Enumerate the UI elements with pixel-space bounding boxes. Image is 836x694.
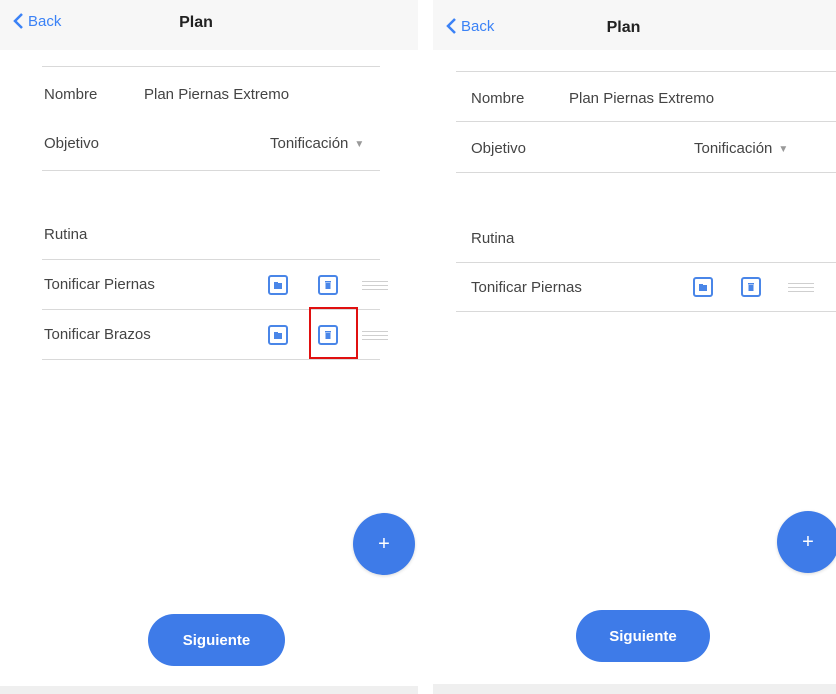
drag-handle-icon[interactable] xyxy=(788,283,814,293)
trash-icon xyxy=(325,281,331,289)
drag-handle-icon[interactable] xyxy=(362,281,388,291)
edit-button[interactable] xyxy=(268,325,288,345)
objetivo-label: Objetivo xyxy=(471,140,527,157)
add-button[interactable]: + xyxy=(777,511,836,573)
tab-bar xyxy=(433,684,836,694)
dropdown-caret-icon: ▼ xyxy=(778,143,789,155)
rutina-label: Rutina xyxy=(44,226,88,243)
plus-icon: + xyxy=(802,530,814,553)
add-button[interactable]: + xyxy=(353,513,415,575)
navbar: Back Plan xyxy=(433,0,836,50)
trash-icon xyxy=(748,283,754,291)
objetivo-label: Objetivo xyxy=(44,135,100,152)
chevron-left-icon xyxy=(446,18,456,34)
objetivo-select[interactable]: Tonificación ▼ xyxy=(694,140,788,157)
delete-button[interactable] xyxy=(318,325,338,345)
back-button[interactable]: Back xyxy=(445,17,494,35)
screen-after: Back Plan Nombre Plan Piernas Extremo Ob… xyxy=(433,0,836,694)
nombre-field[interactable]: Plan Piernas Extremo xyxy=(569,90,714,107)
edit-icon xyxy=(699,283,707,291)
delete-button[interactable] xyxy=(318,275,338,295)
divider xyxy=(42,259,380,260)
divider xyxy=(456,262,836,263)
chevron-left-icon xyxy=(13,13,23,29)
divider xyxy=(42,309,380,310)
next-button[interactable]: Siguiente xyxy=(148,614,285,666)
divider xyxy=(42,66,380,67)
back-button[interactable]: Back xyxy=(12,12,61,30)
objetivo-value: Tonificación xyxy=(694,140,773,157)
divider xyxy=(42,359,380,360)
divider xyxy=(456,71,836,72)
rutina-label: Rutina xyxy=(471,230,515,247)
plus-icon: + xyxy=(378,532,390,555)
drag-handle-icon[interactable] xyxy=(362,331,388,341)
divider xyxy=(456,311,836,312)
next-button[interactable]: Siguiente xyxy=(576,610,710,662)
trash-icon xyxy=(325,331,331,339)
edit-button[interactable] xyxy=(693,277,713,297)
back-label: Back xyxy=(28,12,62,30)
divider xyxy=(456,121,836,122)
edit-icon xyxy=(274,331,282,339)
divider xyxy=(456,172,836,173)
nombre-label: Nombre xyxy=(471,90,525,107)
objetivo-value: Tonificación xyxy=(270,135,349,152)
edit-icon xyxy=(274,281,282,289)
routine-name: Tonificar Brazos xyxy=(44,326,151,343)
nombre-label: Nombre xyxy=(44,86,98,103)
screen-before: Back Plan Nombre Plan Piernas Extremo Ob… xyxy=(0,0,418,694)
back-label: Back xyxy=(461,17,495,35)
delete-button[interactable] xyxy=(741,277,761,297)
edit-button[interactable] xyxy=(268,275,288,295)
objetivo-select[interactable]: Tonificación ▼ xyxy=(270,135,364,152)
nombre-field[interactable]: Plan Piernas Extremo xyxy=(144,86,289,103)
dropdown-caret-icon: ▼ xyxy=(354,138,365,150)
navbar: Back Plan xyxy=(0,0,418,50)
divider xyxy=(42,170,380,171)
routine-name: Tonificar Piernas xyxy=(471,279,582,296)
bottom-bar xyxy=(0,686,418,694)
routine-name: Tonificar Piernas xyxy=(44,276,155,293)
